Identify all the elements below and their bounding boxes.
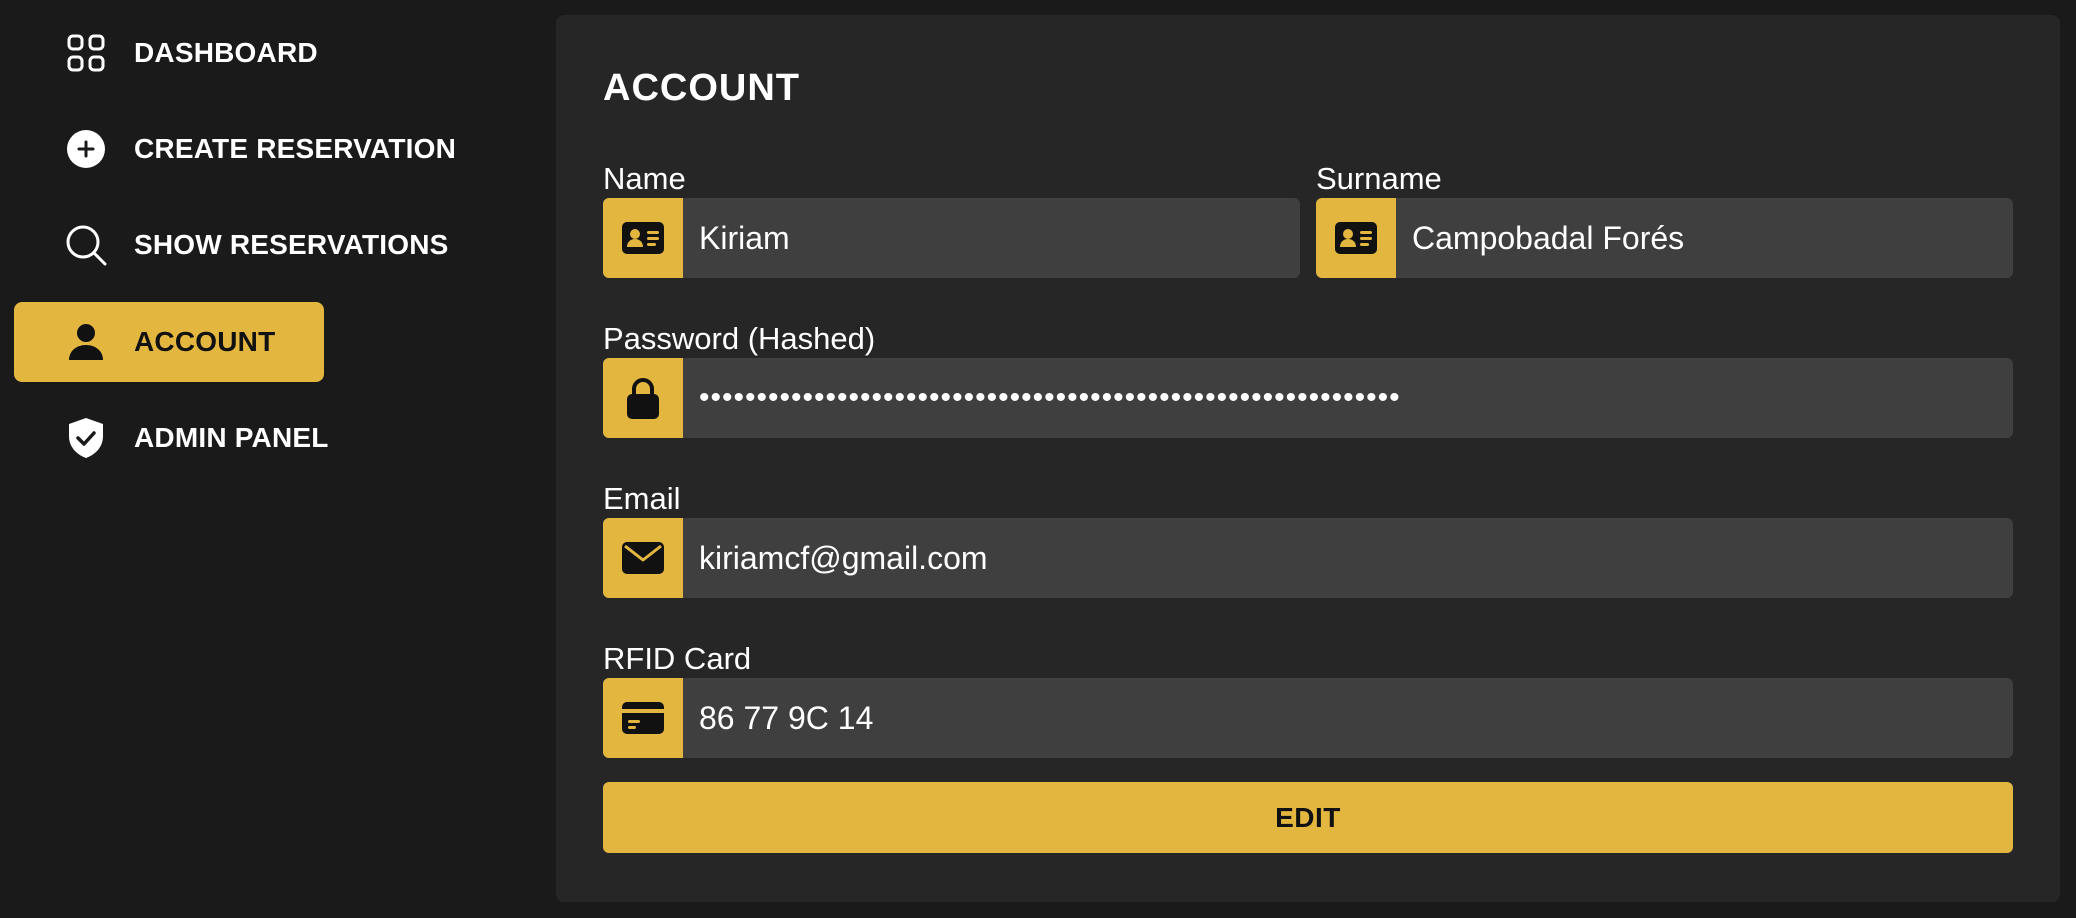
email-label: Email: [603, 481, 681, 516]
sidebar: DASHBOARD CREATE RESERVATION SHOW RESERV…: [0, 0, 540, 918]
surname-label: Surname: [1316, 161, 1442, 196]
email-field[interactable]: kiriamcf@gmail.com: [603, 518, 2013, 598]
sidebar-item-account[interactable]: ACCOUNT: [14, 302, 324, 382]
rfid-value: 86 77 9C 14: [699, 699, 874, 736]
edit-button[interactable]: EDIT: [603, 782, 2013, 853]
surname-field[interactable]: Campobadal Forés: [1316, 198, 2013, 278]
name-value: Kiriam: [699, 219, 790, 256]
sidebar-item-label: SHOW RESERVATIONS: [134, 229, 449, 260]
id-card-icon: [603, 198, 683, 278]
rfid-field[interactable]: 86 77 9C 14: [603, 678, 2013, 758]
user-icon: [64, 320, 108, 364]
sidebar-item-label: ADMIN PANEL: [134, 422, 329, 453]
plus-circle-icon: [64, 127, 108, 171]
page-title: ACCOUNT: [603, 67, 800, 109]
email-value: kiriamcf@gmail.com: [699, 539, 988, 576]
name-field[interactable]: Kiriam: [603, 198, 1300, 278]
shield-check-icon: [64, 416, 108, 460]
account-panel: ACCOUNT Name Kiriam Surname Campobadal F…: [556, 15, 2060, 902]
edit-button-label: EDIT: [1275, 801, 1341, 833]
sidebar-item-label: DASHBOARD: [134, 37, 318, 68]
id-card-icon: [1316, 198, 1396, 278]
envelope-icon: [603, 518, 683, 598]
credit-card-icon: [603, 678, 683, 758]
sidebar-item-show-reservations[interactable]: SHOW RESERVATIONS: [14, 205, 454, 285]
sidebar-item-create-reservation[interactable]: CREATE RESERVATION: [14, 109, 457, 189]
lock-icon: [603, 358, 683, 438]
sidebar-item-admin-panel[interactable]: ADMIN PANEL: [14, 398, 328, 478]
surname-value: Campobadal Forés: [1412, 219, 1685, 256]
sidebar-item-label: CREATE RESERVATION: [134, 133, 457, 164]
password-label: Password (Hashed): [603, 321, 876, 356]
grid-icon: [64, 31, 108, 75]
search-icon: [64, 223, 108, 267]
password-field[interactable]: ••••••••••••••••••••••••••••••••••••••••…: [603, 358, 2013, 438]
sidebar-item-dashboard[interactable]: DASHBOARD: [14, 13, 324, 93]
password-value: ••••••••••••••••••••••••••••••••••••••••…: [699, 381, 1401, 414]
sidebar-item-label: ACCOUNT: [134, 326, 276, 357]
rfid-label: RFID Card: [603, 641, 752, 676]
name-label: Name: [603, 161, 686, 196]
